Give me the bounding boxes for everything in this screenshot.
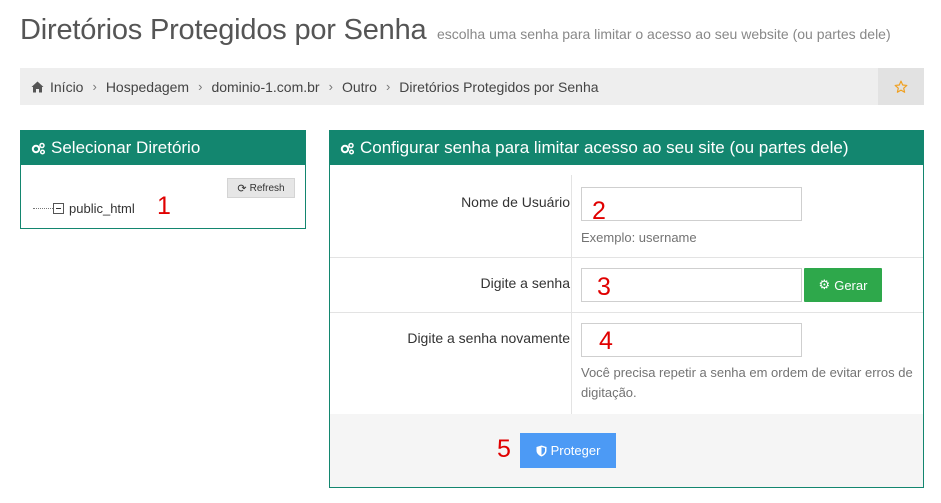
password-label: Digite a senha — [480, 275, 570, 291]
generate-label: Gerar — [834, 277, 868, 293]
username-label: Nome de Usuário — [461, 194, 570, 210]
annotation-1: 1 — [157, 192, 171, 220]
tree-item-label[interactable]: public_html — [69, 201, 135, 216]
row-divider — [571, 175, 572, 257]
tree-item-public-html[interactable]: public_html — [33, 201, 135, 216]
annotation-3: 3 — [597, 273, 611, 301]
breadcrumb-domain[interactable]: dominio-1.com.br — [211, 79, 319, 95]
refresh-icon: ⟳ — [237, 182, 247, 195]
generate-password-button[interactable]: ⚙ Gerar — [804, 268, 882, 302]
select-directory-header: Selecionar Diretório — [21, 131, 305, 165]
password-repeat-input[interactable] — [581, 323, 802, 357]
breadcrumb-hosting[interactable]: Hospedagem — [106, 79, 189, 95]
username-row: Nome de Usuário Exemplo: username — [330, 175, 923, 258]
breadcrumb-current: Diretórios Protegidos por Senha — [399, 78, 599, 95]
page-subtitle: escolha uma senha para limitar o acesso … — [436, 26, 891, 42]
chevron-right-icon: › — [92, 79, 97, 94]
cogs-icon — [340, 142, 355, 155]
password-repeat-help: Você precisa repetir a senha em ordem de… — [581, 365, 913, 400]
chevron-right-icon: › — [385, 79, 391, 94]
password-repeat-label: Digite a senha novamente — [407, 330, 570, 346]
select-directory-title: Selecionar Diretório — [51, 138, 201, 157]
row-divider — [571, 258, 572, 312]
password-input[interactable] — [581, 268, 802, 302]
page-title-main: Diretórios Protegidos por Senha — [20, 14, 427, 46]
breadcrumb-home[interactable]: Início — [50, 79, 83, 95]
shield-icon — [536, 445, 547, 456]
tree-connector — [33, 208, 53, 209]
cogs-icon — [31, 142, 46, 155]
annotation-4: 4 — [599, 327, 613, 355]
page-title: Diretórios Protegidos por Senha escolha … — [20, 14, 891, 47]
password-row: Digite a senha ⚙ Gerar — [330, 258, 923, 313]
refresh-button[interactable]: ⟳ Refresh — [227, 178, 295, 198]
chevron-right-icon: › — [328, 79, 333, 94]
breadcrumb: Início › Hospedagem › dominio-1.com.br ›… — [31, 68, 599, 105]
home-icon — [31, 81, 44, 92]
configure-password-header: Configurar senha para limitar acesso ao … — [330, 131, 923, 165]
favorite-button[interactable] — [878, 68, 924, 105]
annotation-5: 5 — [497, 435, 511, 463]
refresh-label: Refresh — [249, 182, 285, 194]
protect-label: Proteger — [550, 443, 601, 458]
configure-password-title: Configurar senha para limitar acesso ao … — [360, 138, 849, 157]
username-help: Exemplo: username — [581, 230, 697, 245]
gear-icon: ⚙ — [818, 277, 831, 292]
form-footer: Proteger — [330, 414, 923, 487]
collapse-icon[interactable] — [53, 203, 64, 214]
row-divider — [571, 313, 572, 414]
configure-password-panel: Configurar senha para limitar acesso ao … — [329, 130, 924, 488]
star-icon — [894, 80, 908, 93]
annotation-2: 2 — [592, 197, 606, 225]
password-repeat-row: Digite a senha novamente Você precisa re… — [330, 313, 923, 414]
protect-button[interactable]: Proteger — [520, 433, 616, 468]
breadcrumb-bar: Início › Hospedagem › dominio-1.com.br ›… — [20, 68, 924, 105]
chevron-right-icon: › — [198, 79, 203, 94]
password-form: Nome de Usuário Exemplo: username Digite… — [330, 175, 923, 414]
breadcrumb-other[interactable]: Outro — [342, 79, 377, 95]
username-input[interactable] — [581, 187, 802, 221]
